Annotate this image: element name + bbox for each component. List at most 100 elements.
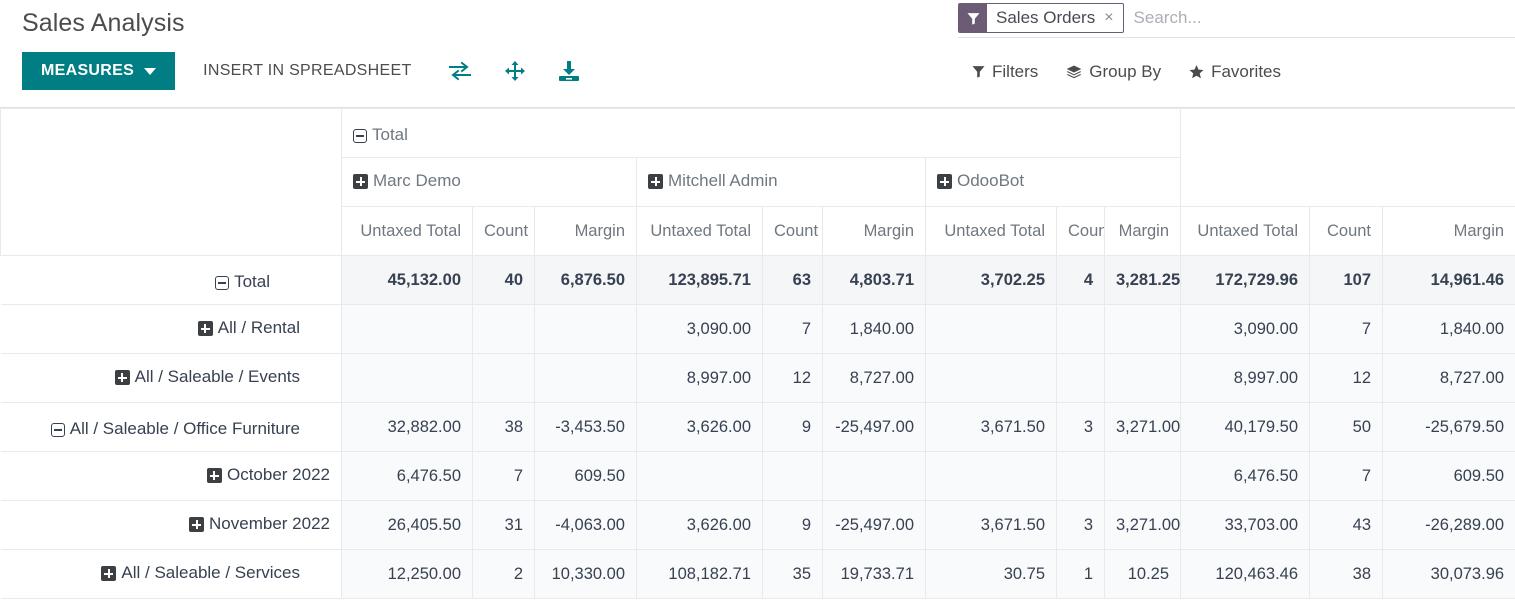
table-cell[interactable]: 32,882.00 xyxy=(342,403,473,452)
table-cell[interactable]: 7 xyxy=(473,452,535,501)
measure-header-count-grand[interactable]: Count xyxy=(1310,207,1383,256)
table-cell[interactable] xyxy=(473,354,535,403)
table-cell[interactable]: 40,179.50 xyxy=(1181,403,1310,452)
table-cell[interactable] xyxy=(637,452,763,501)
table-cell[interactable]: 9 xyxy=(763,501,823,550)
table-cell[interactable]: 3,090.00 xyxy=(1181,305,1310,354)
table-cell[interactable] xyxy=(1105,305,1181,354)
search-input[interactable] xyxy=(1124,8,1515,28)
measure-header-margin[interactable]: Margin xyxy=(823,207,926,256)
measure-header-margin[interactable]: Margin xyxy=(1105,207,1181,256)
table-cell[interactable]: 609.50 xyxy=(1383,452,1515,501)
group-by-button[interactable]: Group By xyxy=(1052,58,1175,85)
row-header-3[interactable]: All / Saleable / Office Furniture xyxy=(1,403,342,452)
table-cell[interactable]: 3 xyxy=(1057,501,1105,550)
download-xlsx-button[interactable] xyxy=(548,54,590,88)
table-cell[interactable]: 3,271.00 xyxy=(1105,501,1181,550)
table-cell[interactable]: 4 xyxy=(1057,256,1105,305)
measure-header-count[interactable]: Count xyxy=(473,207,535,256)
measure-header-count[interactable]: Count xyxy=(763,207,823,256)
table-cell[interactable]: 1,840.00 xyxy=(1383,305,1515,354)
table-cell[interactable]: 107 xyxy=(1310,256,1383,305)
measure-header-untaxed-total[interactable]: Untaxed Total xyxy=(342,207,473,256)
measures-button[interactable]: MEASURES xyxy=(22,52,175,90)
table-cell[interactable] xyxy=(823,452,926,501)
table-cell[interactable]: 3,702.25 xyxy=(926,256,1057,305)
expand-toggle-icon[interactable] xyxy=(353,174,368,189)
table-cell[interactable]: 3,626.00 xyxy=(637,403,763,452)
flip-axis-button[interactable] xyxy=(438,55,482,87)
filters-button[interactable]: Filters xyxy=(958,58,1052,85)
table-cell[interactable]: 30,073.96 xyxy=(1383,550,1515,599)
table-cell[interactable]: 108,182.71 xyxy=(637,550,763,599)
table-cell[interactable]: 3,281.25 xyxy=(1105,256,1181,305)
table-cell[interactable]: 12 xyxy=(763,354,823,403)
table-cell[interactable]: 3,271.00 xyxy=(1105,403,1181,452)
table-cell[interactable]: 4,803.71 xyxy=(823,256,926,305)
table-cell[interactable]: 8,997.00 xyxy=(637,354,763,403)
table-cell[interactable]: 45,132.00 xyxy=(342,256,473,305)
table-cell[interactable] xyxy=(926,354,1057,403)
table-cell[interactable]: 50 xyxy=(1310,403,1383,452)
search-bar[interactable]: Sales Orders × xyxy=(958,3,1515,38)
table-cell[interactable]: 12 xyxy=(1310,354,1383,403)
table-cell[interactable]: 7 xyxy=(1310,452,1383,501)
measure-header-untaxed-total[interactable]: Untaxed Total xyxy=(926,207,1057,256)
row-header-4[interactable]: October 2022 xyxy=(1,452,342,501)
expand-toggle-icon[interactable] xyxy=(189,517,204,532)
table-cell[interactable]: -4,063.00 xyxy=(535,501,637,550)
table-cell[interactable]: 40 xyxy=(473,256,535,305)
expand-toggle-icon[interactable] xyxy=(207,468,222,483)
table-cell[interactable] xyxy=(926,452,1057,501)
table-cell[interactable]: 33,703.00 xyxy=(1181,501,1310,550)
table-cell[interactable]: 172,729.96 xyxy=(1181,256,1310,305)
table-cell[interactable] xyxy=(473,305,535,354)
table-cell[interactable]: -25,497.00 xyxy=(823,403,926,452)
table-cell[interactable]: 38 xyxy=(473,403,535,452)
row-header-2[interactable]: All / Saleable / Events xyxy=(1,354,342,403)
table-cell[interactable]: 3,671.50 xyxy=(926,501,1057,550)
table-cell[interactable]: 609.50 xyxy=(535,452,637,501)
table-cell[interactable] xyxy=(535,305,637,354)
table-cell[interactable]: 10,330.00 xyxy=(535,550,637,599)
row-header-6[interactable]: All / Saleable / Services xyxy=(1,550,342,599)
table-cell[interactable]: 38 xyxy=(1310,550,1383,599)
table-cell[interactable]: 8,727.00 xyxy=(1383,354,1515,403)
table-cell[interactable]: 2 xyxy=(473,550,535,599)
table-cell[interactable]: 1 xyxy=(1057,550,1105,599)
measure-header-margin[interactable]: Margin xyxy=(535,207,637,256)
favorites-button[interactable]: Favorites xyxy=(1175,58,1295,85)
collapse-toggle-icon[interactable] xyxy=(353,129,367,143)
table-cell[interactable]: 26,405.50 xyxy=(342,501,473,550)
table-cell[interactable]: 3,671.50 xyxy=(926,403,1057,452)
table-cell[interactable]: 7 xyxy=(763,305,823,354)
table-cell[interactable]: 35 xyxy=(763,550,823,599)
table-cell[interactable]: -3,453.50 xyxy=(535,403,637,452)
table-cell[interactable]: 123,895.71 xyxy=(637,256,763,305)
table-cell[interactable]: 7 xyxy=(1310,305,1383,354)
col-group-odoobot[interactable]: OdooBot xyxy=(926,158,1181,207)
table-cell[interactable]: 19,733.71 xyxy=(823,550,926,599)
table-cell[interactable]: 12,250.00 xyxy=(342,550,473,599)
table-cell[interactable]: -25,497.00 xyxy=(823,501,926,550)
table-cell[interactable]: 30.75 xyxy=(926,550,1057,599)
table-cell[interactable]: -26,289.00 xyxy=(1383,501,1515,550)
table-cell[interactable] xyxy=(1105,452,1181,501)
close-icon[interactable]: × xyxy=(1102,4,1122,32)
expand-all-button[interactable] xyxy=(494,54,536,88)
table-cell[interactable]: 3,626.00 xyxy=(637,501,763,550)
measure-header-count[interactable]: Count xyxy=(1057,207,1105,256)
collapse-toggle-icon[interactable] xyxy=(215,276,229,290)
col-group-marc-demo[interactable]: Marc Demo xyxy=(342,158,637,207)
table-cell[interactable]: 63 xyxy=(763,256,823,305)
expand-toggle-icon[interactable] xyxy=(115,370,130,385)
table-cell[interactable]: 9 xyxy=(763,403,823,452)
measure-header-margin-grand[interactable]: Margin xyxy=(1383,207,1515,256)
insert-in-spreadsheet-button[interactable]: INSERT IN SPREADSHEET xyxy=(189,53,425,89)
expand-toggle-icon[interactable] xyxy=(101,566,116,581)
expand-toggle-icon[interactable] xyxy=(937,174,952,189)
table-cell[interactable]: 1,840.00 xyxy=(823,305,926,354)
table-cell[interactable] xyxy=(1057,452,1105,501)
row-header-1[interactable]: All / Rental xyxy=(1,305,342,354)
table-cell[interactable]: 3 xyxy=(1057,403,1105,452)
